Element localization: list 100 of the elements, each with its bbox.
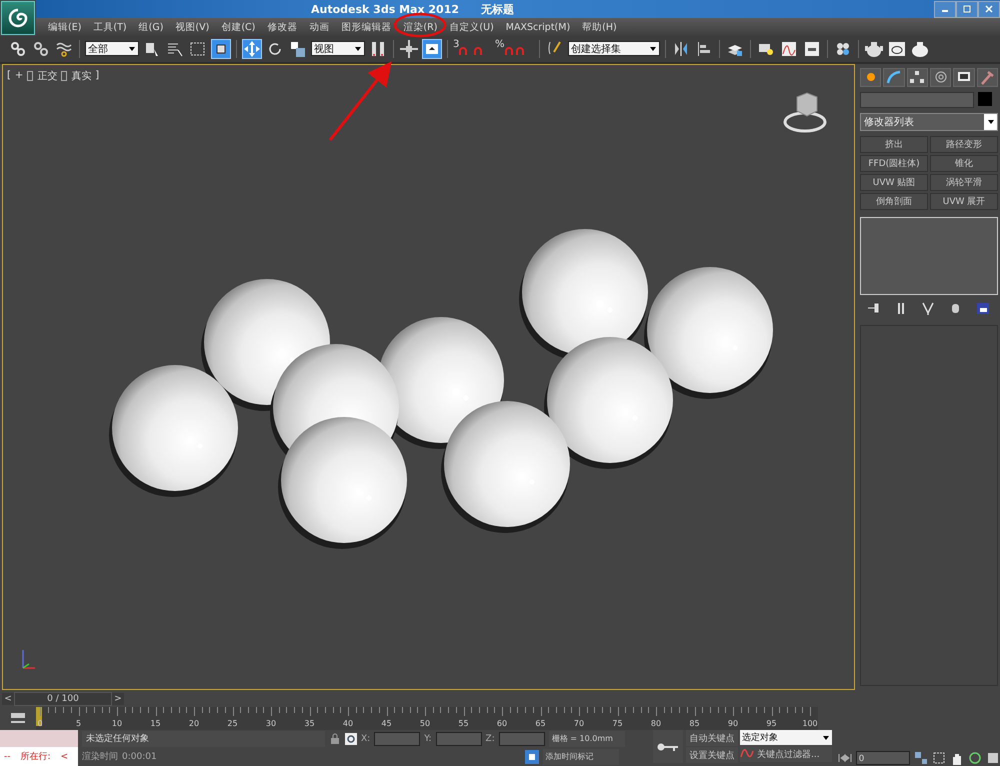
toolbar-dropdown[interactable]: 全部 (85, 41, 139, 56)
set-key-button[interactable] (653, 730, 683, 764)
y-coordinate-field[interactable] (436, 732, 482, 746)
ruler-label: 10 (112, 719, 122, 728)
modifier-stack-list[interactable] (860, 216, 998, 295)
z-label: Z: (486, 734, 495, 744)
ruler-label: 45 (381, 719, 392, 728)
modifier-button[interactable]: 路径变形 (930, 136, 998, 153)
key-mode-dropdown[interactable]: 选定对象 (740, 730, 832, 746)
teapot-frame-icon (888, 40, 906, 58)
modifier-button[interactable]: 涡轮平滑 (930, 174, 998, 191)
menu-item[interactable]: 帮助(H) (576, 20, 623, 34)
dashed-rectangle-icon (189, 40, 207, 58)
teapot-icon (865, 40, 883, 58)
set-key-mode-button[interactable]: 设置关键点 (686, 747, 738, 764)
viewport[interactable]: [ + 正交 真实 ] (2, 64, 855, 690)
zoom-extents-icon[interactable] (914, 750, 928, 764)
track-bar-icon[interactable] (9, 712, 27, 726)
menu-item[interactable]: 组(G) (132, 20, 170, 34)
panel-tab[interactable] (953, 68, 975, 87)
script-input-field[interactable] (0, 730, 78, 748)
close-button[interactable] (978, 0, 1000, 18)
viewport-menu-label[interactable]: 正交 (37, 68, 58, 83)
ruler-label: 55 (458, 719, 469, 728)
time-slider-thumb[interactable]: 0 / 100 (14, 692, 112, 706)
app-logo-icon[interactable] (1, 1, 35, 35)
ruler-label: 60 (496, 719, 508, 728)
menu-item[interactable]: 修改器 (261, 20, 304, 34)
menu-item[interactable]: 动画 (303, 20, 336, 34)
ruler-label: 95 (766, 719, 777, 728)
ruler-label: 90 (728, 719, 738, 728)
view-cube-icon[interactable] (784, 92, 826, 132)
maximize-viewport-icon[interactable] (986, 750, 1000, 764)
menu-item[interactable]: 编辑(E) (42, 20, 88, 34)
ruler-label: 5 (76, 719, 82, 728)
viewport-menu-label[interactable]: 真实 (71, 68, 92, 83)
panel-tab[interactable] (860, 68, 882, 87)
minimize-button[interactable] (934, 0, 956, 18)
unlink-icon (32, 40, 50, 58)
restore-icon (963, 5, 971, 13)
modifier-button[interactable]: UVW 贴图 (860, 174, 928, 191)
key-filters-button[interactable]: 关键点过滤器... (740, 746, 832, 762)
schematic-icon (803, 40, 821, 58)
toolbar-button[interactable] (242, 38, 262, 59)
z-coordinate-field[interactable] (498, 732, 545, 746)
modifier-button[interactable]: UVW 展开 (930, 192, 998, 210)
render-time-label: 渲染时间 (82, 750, 118, 764)
modifier-button[interactable]: 倒角剖面 (860, 192, 928, 210)
ruler-label: 70 (574, 719, 584, 728)
crosshair-icon (400, 40, 418, 58)
separator-box-icon (27, 70, 34, 81)
ruler-label: 80 (650, 719, 662, 728)
menu-item[interactable]: MAXScript(M) (500, 22, 576, 32)
restore-button[interactable] (956, 0, 978, 18)
toolbar-button[interactable] (211, 38, 231, 59)
name-field[interactable] (860, 92, 974, 108)
snap-button[interactable]: % (495, 38, 513, 59)
auto-key-button[interactable]: 自动关键点 (686, 730, 738, 746)
menu-item[interactable]: 工具(T) (87, 20, 133, 34)
go-to-frame-icon[interactable] (838, 752, 852, 762)
region-zoom-icon[interactable] (932, 750, 946, 764)
x-label: X: (361, 734, 370, 744)
toolbar-dropdown[interactable]: 创建选择集 (568, 41, 660, 56)
modifier-button[interactable]: 挤出 (860, 136, 928, 153)
toolbar-button[interactable] (399, 38, 419, 59)
viewport-menu-label[interactable]: + (14, 70, 24, 82)
ruler-label: 0 (37, 719, 43, 728)
modifier-list-dropdown[interactable]: 修改器列表 (860, 112, 998, 131)
modifier-button[interactable]: 锥化 (930, 154, 998, 172)
toolbar-button[interactable] (422, 38, 442, 59)
modifier-button[interactable]: FFD(圆柱体) (860, 154, 928, 172)
next-frame-button[interactable]: > (112, 692, 124, 705)
x-coordinate-field[interactable] (374, 732, 420, 746)
toolbar-dropdown[interactable]: 视图 (311, 41, 365, 56)
lock-icon[interactable] (329, 732, 341, 745)
time-tag-icon[interactable] (524, 750, 539, 764)
menu-item[interactable]: 图形编辑器 (335, 20, 398, 34)
grid-size: 栅格 = 10.0mm (548, 730, 625, 747)
pivot-icon (369, 40, 387, 58)
selection-gear-icon[interactable] (345, 732, 357, 745)
menu-item[interactable]: 视图(V) (169, 20, 216, 34)
add-time-tag-button[interactable]: 添加时间标记 (542, 748, 619, 765)
panel-tab[interactable] (883, 68, 905, 87)
viewport-label: [ (7, 70, 11, 82)
orbit-icon[interactable] (968, 750, 982, 764)
frame-field[interactable]: 0 (856, 750, 910, 764)
close-icon (985, 5, 993, 13)
previous-frame-button[interactable]: < (2, 692, 14, 705)
menu-item[interactable]: 自定义(U) (443, 20, 500, 34)
color-swatch[interactable] (978, 92, 992, 106)
render-time: 0:00:01 (122, 752, 157, 762)
frame-marker[interactable] (36, 707, 42, 726)
panel-tab[interactable] (930, 68, 952, 87)
panel-tab[interactable] (906, 68, 928, 87)
ruler-label: 50 (420, 719, 430, 728)
time-ruler[interactable]: 0 5 10 15 20 25 30 35 40 45 50 55 60 65 70 75 80 85 90 95 100 (36, 707, 818, 730)
menu-item[interactable]: 渲染(R) (397, 20, 444, 34)
wave-link-icon (55, 40, 73, 58)
snap-button[interactable]: 3 (453, 38, 471, 59)
menu-item[interactable]: 创建(C) (215, 20, 262, 34)
